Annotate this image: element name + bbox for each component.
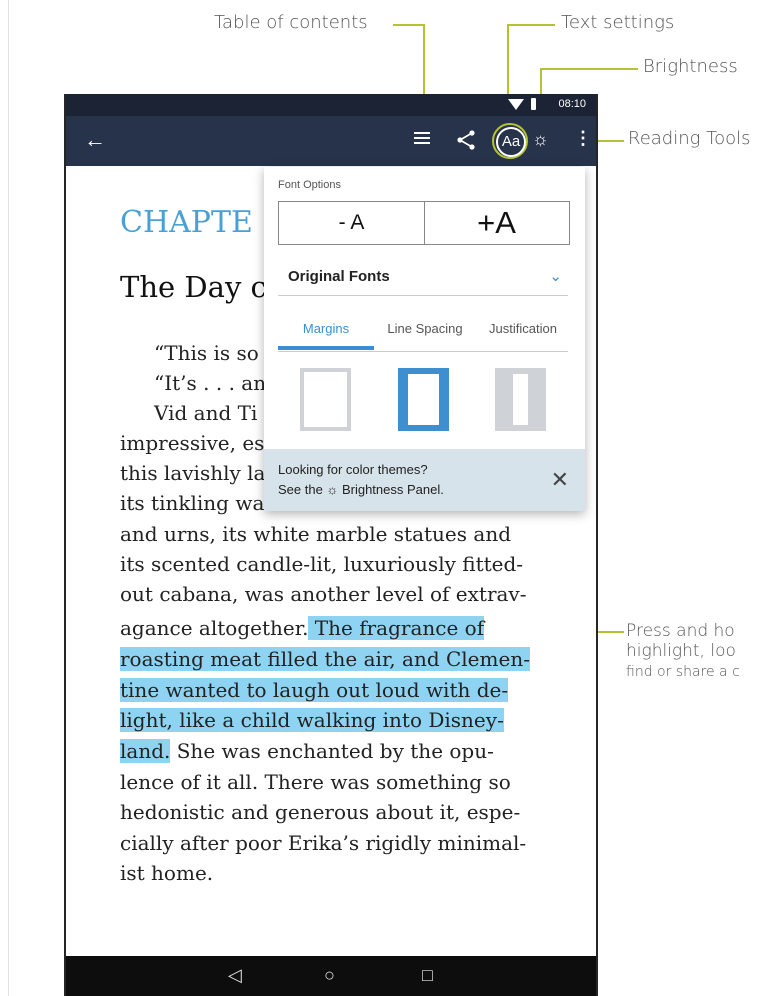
highlighted-text[interactable]: roasting meat filled the air, and Clemen… xyxy=(120,647,530,671)
text-settings-icon[interactable]: Aa xyxy=(496,127,526,157)
callout-line-text-h xyxy=(507,24,555,26)
brightness-icon[interactable]: ☼ xyxy=(532,129,549,150)
font-options-title: Font Options xyxy=(278,179,341,191)
book-text-line: this lavishly la xyxy=(120,461,266,485)
back-arrow-icon[interactable]: ← xyxy=(84,127,106,153)
chevron-down-icon: ⌄ xyxy=(549,268,562,285)
book-text-line: out cabana, was another level of extrav- xyxy=(120,582,527,606)
book-text-line: “This is so xyxy=(154,341,259,365)
book-text-line: impressive, es xyxy=(120,431,265,455)
share-icon[interactable] xyxy=(454,128,478,152)
book-text-line: agance altogether. The fragrance of xyxy=(120,616,485,640)
callout-table-of-contents: Table of contents xyxy=(214,12,368,33)
font-dropdown-value: Original Fonts xyxy=(288,268,390,285)
status-time: 08:10 xyxy=(558,98,586,110)
tip-text-line1: Looking for color themes? xyxy=(278,462,428,477)
highlighted-text[interactable]: The fragrance of xyxy=(308,616,485,640)
tip-text-line2: See the ☼ Brightness Panel. xyxy=(278,482,444,497)
nav-recents-icon[interactable]: □ xyxy=(422,965,433,986)
chapter-heading: CHAPTE xyxy=(120,205,253,240)
margin-option-medium[interactable] xyxy=(398,368,449,431)
page-edge xyxy=(8,0,9,996)
book-text-line: its scented candle-lit, luxuriously fitt… xyxy=(120,552,524,576)
battery-icon xyxy=(531,98,536,110)
nav-home-icon[interactable]: ○ xyxy=(324,965,335,986)
increase-font-button[interactable]: +A xyxy=(424,202,569,244)
book-text-line: ist home. xyxy=(120,861,214,885)
callout-text-settings: Text settings xyxy=(561,12,675,33)
book-text-line: Vid and Ti xyxy=(154,401,258,425)
callout-highlight-line3: find or share a c xyxy=(626,664,740,680)
callout-reading-tools: Reading Tools xyxy=(628,128,751,149)
font-options-panel: Font Options - A +A Original Fonts ⌄ Mar… xyxy=(264,167,585,511)
layout-tabs: Margins Line Spacing Justification xyxy=(278,313,568,352)
book-text-line: and urns, its white marble statues and xyxy=(120,522,511,546)
book-text-line: “It’s . . . an xyxy=(154,371,267,395)
close-icon[interactable]: ✕ xyxy=(551,467,569,493)
highlighted-text[interactable]: land. xyxy=(120,739,171,763)
book-text-line: lence of it all. There was something so xyxy=(120,770,511,794)
font-dropdown[interactable]: Original Fonts ⌄ xyxy=(278,263,568,296)
reader-toolbar: ← Aa ☼ ⋮ xyxy=(66,116,596,166)
nav-back-icon[interactable]: ◁ xyxy=(228,965,242,986)
book-text-segment: She was enchanted by the opu- xyxy=(176,739,494,763)
tab-margins[interactable]: Margins xyxy=(278,321,374,336)
callout-highlight-line1: Press and ho xyxy=(626,621,735,641)
chapter-title: The Day c xyxy=(120,270,267,304)
color-themes-tip: Looking for color themes? See the ☼ Brig… xyxy=(264,449,585,511)
reading-tools-icon[interactable]: ⋮ xyxy=(574,128,592,149)
font-size-control: - A +A xyxy=(278,201,570,245)
status-bar: 08:10 xyxy=(66,94,596,116)
tab-justification[interactable]: Justification xyxy=(476,321,570,336)
decrease-font-button[interactable]: - A xyxy=(279,202,425,244)
active-tab-indicator xyxy=(278,346,374,350)
highlighted-text[interactable]: light, like a child walking into Disney- xyxy=(120,708,504,732)
book-text-line: hedonistic and generous about it, espe- xyxy=(120,800,521,824)
wifi-icon xyxy=(508,99,524,110)
table-of-contents-icon[interactable] xyxy=(414,132,430,146)
book-text-line: its tinkling wa xyxy=(120,491,265,515)
system-nav-bar: ◁ ○ □ xyxy=(66,956,596,996)
callout-line-brightness-h xyxy=(540,68,638,70)
margin-option-none[interactable] xyxy=(300,368,351,431)
book-text-segment: agance altogether. xyxy=(120,616,309,640)
callout-highlight-line2: highlight, loo xyxy=(626,641,736,661)
highlighted-text[interactable]: tine wanted to laugh out loud with de- xyxy=(120,678,509,702)
tab-line-spacing[interactable]: Line Spacing xyxy=(376,321,474,336)
book-text-line: cially after poor Erika’s rigidly minima… xyxy=(120,831,527,855)
callout-brightness: Brightness xyxy=(643,56,738,77)
book-text-line: land. She was enchanted by the opu- xyxy=(120,739,494,763)
margin-option-wide[interactable] xyxy=(495,368,546,431)
callout-line-toc-h xyxy=(393,24,425,26)
